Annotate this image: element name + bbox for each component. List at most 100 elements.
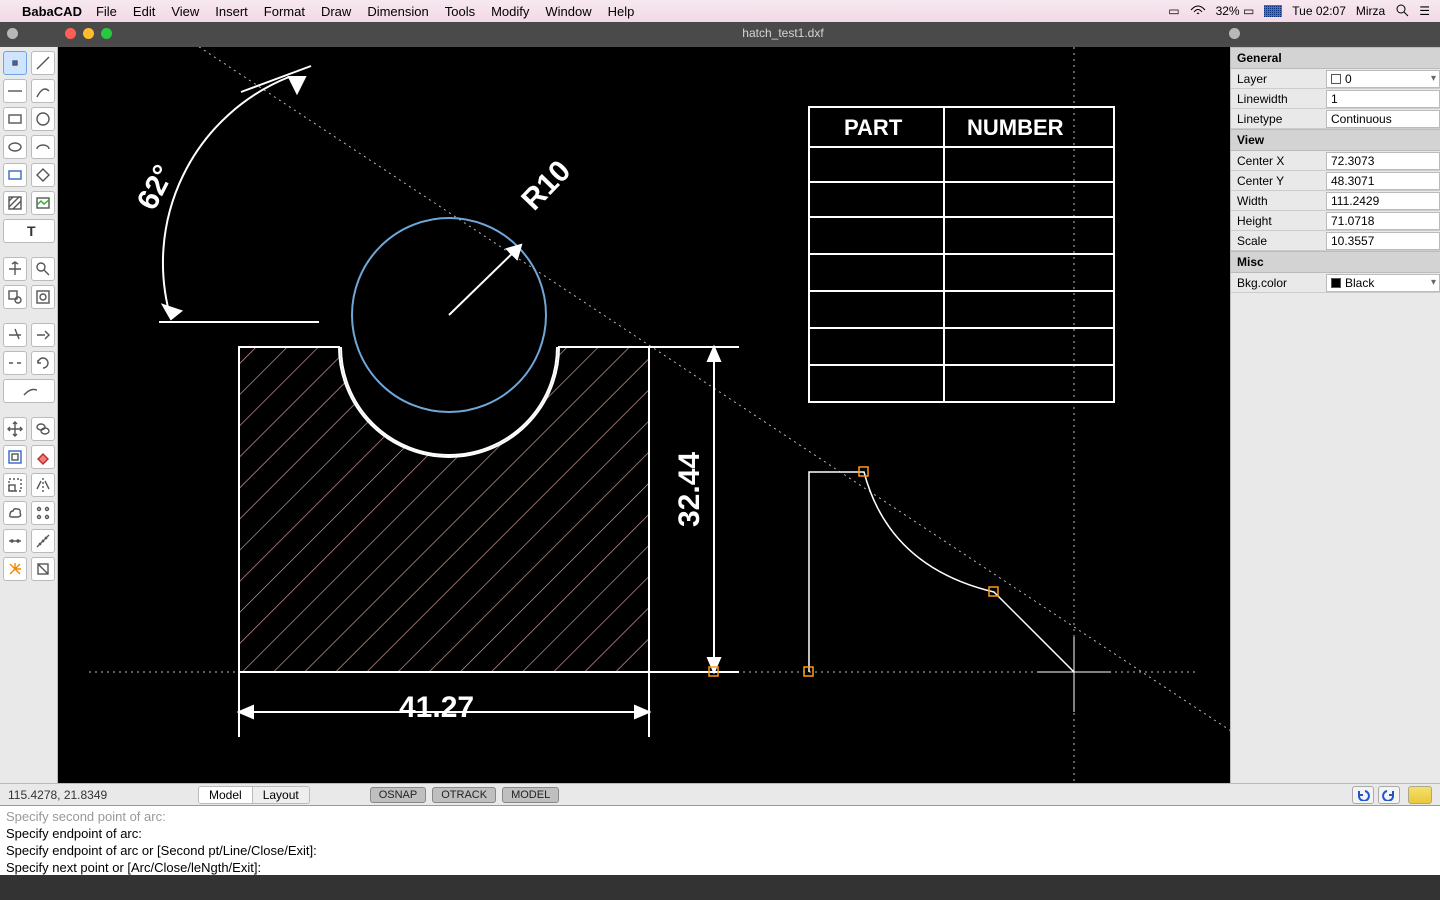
user-name[interactable]: Mirza — [1356, 4, 1385, 18]
menu-format[interactable]: Format — [264, 4, 305, 19]
spotlight-icon[interactable] — [1395, 3, 1409, 20]
tool-mirror[interactable] — [31, 473, 55, 497]
tool-explode[interactable] — [3, 557, 27, 581]
tool-spline[interactable] — [3, 379, 55, 403]
window-minimize-icon[interactable] — [83, 28, 94, 39]
tool-pan[interactable] — [3, 257, 27, 281]
console-prompt[interactable]: Specify next point or [Arc/Close/leNgth/… — [6, 859, 1434, 875]
tool-hatch[interactable] — [3, 191, 27, 215]
section-general: General — [1231, 47, 1440, 69]
layers-button[interactable] — [1408, 786, 1432, 804]
dim-height-text: 32.44 — [673, 452, 706, 527]
svg-text:T: T — [27, 223, 36, 239]
prop-layer-value[interactable]: 0 — [1326, 70, 1440, 88]
tool-zoom-extents[interactable] — [31, 285, 55, 309]
menu-file[interactable]: File — [96, 4, 117, 19]
tool-measure[interactable] — [31, 529, 55, 553]
prop-centery-value[interactable]: 48.3071 — [1326, 172, 1440, 190]
tool-polygon[interactable] — [31, 163, 55, 187]
tool-move[interactable] — [3, 417, 27, 441]
tool-arc[interactable] — [31, 79, 55, 103]
document-title: hatch_test1.dxf — [126, 26, 1440, 40]
floating-handle-left[interactable] — [7, 28, 18, 39]
prop-height-label: Height — [1231, 214, 1326, 228]
cursor-coordinates: 115.4278, 21.8349 — [8, 788, 198, 802]
command-console[interactable]: Specify second point of arc: Specify end… — [0, 805, 1440, 875]
tool-zoom-window[interactable] — [3, 285, 27, 309]
tool-polyline[interactable] — [3, 163, 27, 187]
floating-handle-right[interactable] — [1229, 28, 1240, 39]
prop-width-value[interactable]: 111.2429 — [1326, 192, 1440, 210]
window-close-icon[interactable] — [65, 28, 76, 39]
menu-window[interactable]: Window — [545, 4, 591, 19]
window-titlebar: hatch_test1.dxf — [0, 22, 1440, 44]
tool-divide[interactable] — [3, 529, 27, 553]
undo-button[interactable] — [1352, 786, 1374, 804]
app-name[interactable]: BabaCAD — [22, 4, 82, 19]
tool-circle[interactable] — [31, 107, 55, 131]
tool-point[interactable] — [3, 51, 27, 75]
prop-centerx-value[interactable]: 72.3073 — [1326, 152, 1440, 170]
prop-layer-label: Layer — [1231, 72, 1326, 86]
prop-width-label: Width — [1231, 194, 1326, 208]
prop-linetype-value[interactable]: Continuous — [1326, 110, 1440, 128]
tool-xline[interactable] — [3, 79, 27, 103]
prop-scale-label: Scale — [1231, 234, 1326, 248]
tool-scale[interactable] — [3, 473, 27, 497]
menu-help[interactable]: Help — [608, 4, 635, 19]
prop-height-value[interactable]: 71.0718 — [1326, 212, 1440, 230]
prop-bgcolor-value[interactable]: Black — [1326, 274, 1440, 292]
menu-extras-icon[interactable]: ☰ — [1419, 4, 1430, 18]
section-misc: Misc — [1231, 251, 1440, 273]
battery-status[interactable]: 32% ▭ — [1216, 4, 1255, 18]
menu-tools[interactable]: Tools — [445, 4, 475, 19]
toggle-otrack[interactable]: OTRACK — [432, 787, 496, 803]
tab-model[interactable]: Model — [199, 787, 253, 803]
prop-scale-value[interactable]: 10.3557 — [1326, 232, 1440, 250]
tool-image[interactable] — [31, 191, 55, 215]
tool-ellipse-arc[interactable] — [31, 135, 55, 159]
wifi-icon[interactable] — [1190, 4, 1206, 19]
menu-edit[interactable]: Edit — [133, 4, 155, 19]
dim-angle-text: 62° — [131, 160, 181, 215]
tool-trim[interactable] — [3, 323, 27, 347]
tool-ellipse[interactable] — [3, 135, 27, 159]
prop-linewidth-value[interactable]: 1 — [1326, 90, 1440, 108]
tool-cloud[interactable] — [3, 501, 27, 525]
tool-copy[interactable] — [31, 417, 55, 441]
tool-extend[interactable] — [31, 323, 55, 347]
toggle-osnap[interactable]: OSNAP — [370, 787, 427, 803]
tool-text[interactable]: T — [3, 219, 55, 243]
tool-break[interactable] — [3, 351, 27, 375]
tool-line[interactable] — [31, 51, 55, 75]
prop-bgcolor-label: Bkg.color — [1231, 276, 1326, 290]
prop-centerx-label: Center X — [1231, 154, 1326, 168]
menu-insert[interactable]: Insert — [215, 4, 248, 19]
prop-linewidth-label: Linewidth — [1231, 92, 1326, 106]
prop-centery-label: Center Y — [1231, 174, 1326, 188]
properties-panel: General Layer 0 Linewidth 1 Linetype Con… — [1230, 47, 1440, 783]
tool-array[interactable] — [31, 501, 55, 525]
tab-layout[interactable]: Layout — [253, 787, 309, 803]
console-line-cut: Specify second point of arc: — [6, 808, 1434, 825]
redo-button[interactable] — [1378, 786, 1400, 804]
dim-radius-text: R10 — [515, 154, 577, 217]
menu-dimension[interactable]: Dimension — [367, 4, 428, 19]
clock[interactable]: Tue 02:07 — [1292, 4, 1346, 18]
menu-modify[interactable]: Modify — [491, 4, 529, 19]
window-zoom-icon[interactable] — [101, 28, 112, 39]
draw-toolbar: T — [0, 47, 58, 783]
tool-erase[interactable] — [31, 445, 55, 469]
menu-view[interactable]: View — [171, 4, 199, 19]
input-flag-icon[interactable] — [1264, 5, 1282, 17]
tool-rotate[interactable] — [31, 351, 55, 375]
drawing-canvas[interactable]: 62° R10 32.44 — [58, 47, 1230, 783]
status-bar: 115.4278, 21.8349 Model Layout OSNAP OTR… — [0, 783, 1440, 805]
toggle-model[interactable]: MODEL — [502, 787, 559, 803]
tool-region[interactable] — [31, 557, 55, 581]
tool-offset[interactable] — [3, 445, 27, 469]
menu-draw[interactable]: Draw — [321, 4, 351, 19]
screen-icon[interactable]: ▭ — [1168, 4, 1179, 18]
tool-zoom[interactable] — [31, 257, 55, 281]
tool-rectangle[interactable] — [3, 107, 27, 131]
